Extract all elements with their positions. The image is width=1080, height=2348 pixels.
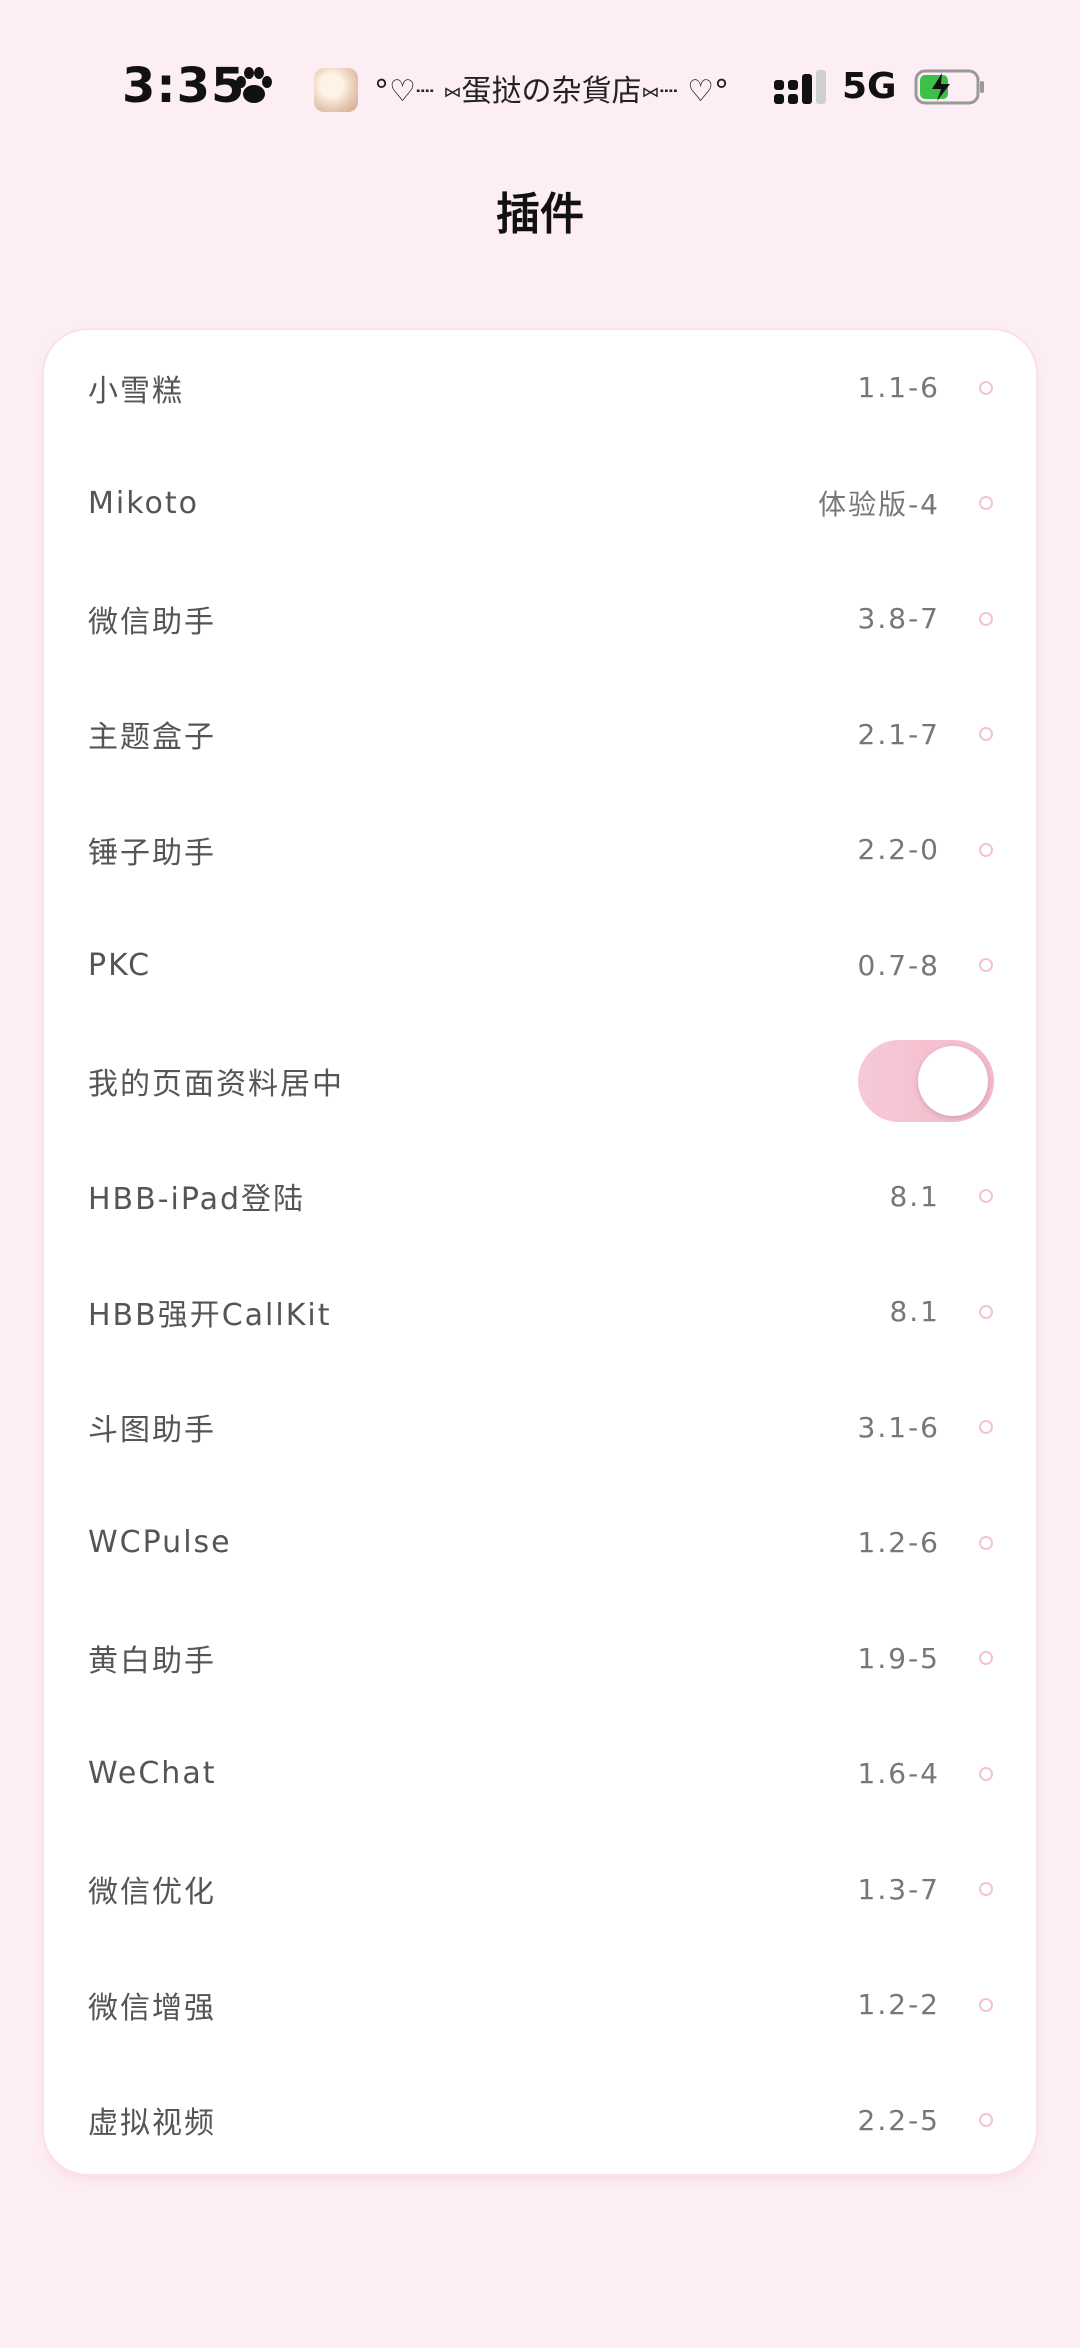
plugin-name: 斗图助手 <box>88 1413 216 1449</box>
indicator-dot-icon <box>979 1651 993 1666</box>
plugin-version: 2.1-7 <box>857 717 940 751</box>
plugin-row[interactable]: Mikoto 体验版-4 <box>44 446 1036 562</box>
plugin-version: 3.8-7 <box>857 602 940 636</box>
plugin-row[interactable]: 斗图助手 3.1-6 <box>44 1370 1036 1486</box>
plugin-row[interactable]: PKC 0.7-8 <box>44 908 1036 1024</box>
plugin-version: 8.1 <box>889 1295 940 1329</box>
plugin-version: 1.6-4 <box>857 1757 940 1791</box>
plugin-row[interactable]: WeChat 1.6-4 <box>44 1716 1036 1832</box>
indicator-dot-icon <box>979 380 993 395</box>
plugin-version: 1.2-6 <box>857 1526 940 1560</box>
plugin-name: 微信增强 <box>88 1990 216 2026</box>
plugin-name: 小雪糕 <box>88 373 184 409</box>
indicator-dot-icon <box>979 727 993 742</box>
plugin-name: WCPulse <box>88 1525 232 1561</box>
plugin-version: 3.1-6 <box>857 1410 940 1444</box>
indicator-dot-icon <box>979 2113 993 2128</box>
signal-icon <box>774 70 826 104</box>
indicator-dot-icon <box>979 496 993 511</box>
plugin-name: HBB强开CallKit <box>88 1297 332 1333</box>
carrier-text: °♡┈ ⑅蛋挞の杂貨店⑅┈ ♡° <box>374 74 729 109</box>
plugin-row[interactable]: 黄白助手 1.9-5 <box>44 1601 1036 1717</box>
page-title: 插件 <box>496 189 584 240</box>
indicator-dot-icon <box>979 1189 993 1204</box>
plugin-row[interactable]: 主题盒子 2.1-7 <box>44 677 1036 793</box>
plugin-version: 0.7-8 <box>857 948 940 982</box>
plugin-row[interactable]: 小雪糕 1.1-6 <box>44 330 1036 446</box>
plugin-version: 2.2-0 <box>857 833 940 867</box>
indicator-dot-icon <box>979 1882 993 1897</box>
plugin-row[interactable]: 锤子助手 2.2-0 <box>44 792 1036 908</box>
plugin-row[interactable]: 我的页面资料居中 <box>44 1023 1036 1139</box>
indicator-dot-icon <box>979 842 993 857</box>
indicator-dot-icon <box>979 1304 993 1319</box>
plugin-row[interactable]: HBB强开CallKit 8.1 <box>44 1254 1036 1370</box>
indicator-dot-icon <box>979 611 993 626</box>
plugin-version: 1.9-5 <box>857 1641 940 1675</box>
toggle-switch[interactable] <box>858 1039 994 1122</box>
plugin-version: 体验版-4 <box>818 488 940 522</box>
status-bar: 3:35 °♡┈ ⑅蛋挞の杂貨店⑅┈ ♡° 5G <box>0 0 1080 180</box>
plugin-version: 1.3-7 <box>857 1872 940 1906</box>
plugin-version: 1.1-6 <box>857 371 940 405</box>
battery-charging-icon <box>914 69 984 105</box>
plugin-name: 主题盒子 <box>88 720 216 756</box>
plugin-name: 我的页面资料居中 <box>88 1066 344 1102</box>
avatar <box>314 68 358 112</box>
indicator-dot-icon <box>979 1535 993 1550</box>
plugin-row[interactable]: 微信助手 3.8-7 <box>44 561 1036 677</box>
plugin-row[interactable]: HBB-iPad登陆 8.1 <box>44 1139 1036 1255</box>
indicator-dot-icon <box>979 958 993 973</box>
status-time: 3:35 <box>122 58 246 114</box>
plugin-name: 微信优化 <box>88 1875 216 1911</box>
plugin-list: 小雪糕 1.1-6 Mikoto 体验版-4 微信助手 3.8-7 主题盒子 2.1-7 锤子助… <box>44 330 1036 2174</box>
plugin-name: Mikoto <box>88 485 199 521</box>
plugin-version: 8.1 <box>889 1179 940 1213</box>
plugin-version: 2.2-5 <box>857 2103 940 2137</box>
indicator-dot-icon <box>979 1766 993 1781</box>
network-type: 5G <box>842 66 897 107</box>
plugin-version: 1.2-2 <box>857 1988 940 2022</box>
indicator-dot-icon <box>979 1997 993 2012</box>
toggle-knob <box>918 1045 988 1116</box>
plugin-row[interactable]: 虚拟视频 2.2-5 <box>44 2063 1036 2179</box>
plugin-name: 锤子助手 <box>88 835 216 871</box>
paw-icon <box>236 67 272 103</box>
plugin-row[interactable]: 微信增强 1.2-2 <box>44 1947 1036 2063</box>
indicator-dot-icon <box>979 1420 993 1435</box>
plugin-name: HBB-iPad登陆 <box>88 1182 306 1218</box>
plugin-row[interactable]: WCPulse 1.2-6 <box>44 1485 1036 1601</box>
plugin-name: 微信助手 <box>88 604 216 640</box>
plugin-name: PKC <box>88 947 152 983</box>
plugin-name: 黄白助手 <box>88 1644 216 1680</box>
plugin-row[interactable]: 微信优化 1.3-7 <box>44 1832 1036 1948</box>
plugin-name: 虚拟视频 <box>88 2106 216 2142</box>
plugin-name: WeChat <box>88 1756 217 1792</box>
